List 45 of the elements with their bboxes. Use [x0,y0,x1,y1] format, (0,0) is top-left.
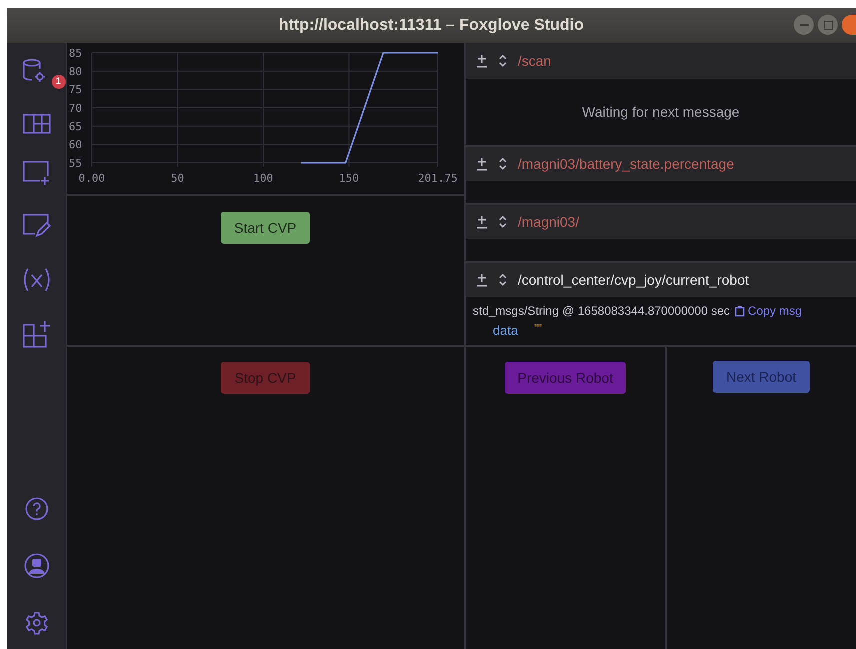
close-button[interactable] [842,15,856,35]
chevron-up-down-icon[interactable] [498,156,508,172]
gear-icon[interactable] [24,611,48,635]
plus-minus-icon[interactable] [476,54,488,68]
minimize-button[interactable] [794,15,814,35]
notification-badge: 1 [52,75,66,89]
chevron-up-down-icon[interactable] [498,214,508,230]
grid-layout-icon[interactable] [22,114,50,134]
panel-plus-icon[interactable] [22,161,50,187]
plus-minus-icon[interactable] [476,157,488,171]
parentheses-x-icon[interactable] [22,267,52,293]
x-tick-label: 100 [254,172,274,185]
y-tick-label: 65 [69,120,82,134]
status-message: Waiting for next message [582,102,740,122]
topic-path[interactable]: /magni03/ [518,212,580,232]
field-key: data [493,321,518,340]
action-button[interactable]: Start CVP [221,212,310,244]
plus-minus-icon[interactable] [476,215,488,229]
y-tick-label: 75 [69,84,82,97]
x-tick-label: 201.75 [418,172,458,185]
field-value: "" [534,322,542,337]
y-tick-label: 85 [69,47,82,60]
plus-minus-icon[interactable] [476,273,488,287]
x-tick-label: 0.00 [78,172,106,185]
grid-plus-icon[interactable] [22,320,50,348]
topic-path[interactable]: /scan [518,50,552,72]
topic-path[interactable]: /magni03/battery_state.percentage [518,154,734,174]
y-tick-label: 60 [69,138,82,152]
x-tick-label: 50 [171,172,184,185]
y-tick-label: 55 [69,157,82,170]
chevron-up-down-icon[interactable] [498,53,508,69]
person-circle-icon[interactable] [24,553,50,579]
message-metadata: std_msgs/String @ 1658083344.870000000 sec [473,303,730,320]
x-tick-label: 150 [339,172,360,185]
panel-pencil-icon[interactable] [22,214,50,240]
y-tick-label: 80 [69,65,82,78]
clipboard-icon[interactable] [735,306,746,316]
question-circle-icon[interactable] [24,497,48,521]
chevron-up-down-icon[interactable] [498,272,508,288]
maximize-button[interactable] [818,15,838,35]
y-tick-label: 70 [69,102,82,115]
topic-path[interactable]: /control_center/cvp_joy/current_robot [518,270,750,290]
window-title: http://localhost:11311 – Foxglove Studio [279,16,584,36]
copy-link[interactable]: Copy msg [735,302,802,320]
action-button[interactable]: Next Robot [713,361,810,393]
